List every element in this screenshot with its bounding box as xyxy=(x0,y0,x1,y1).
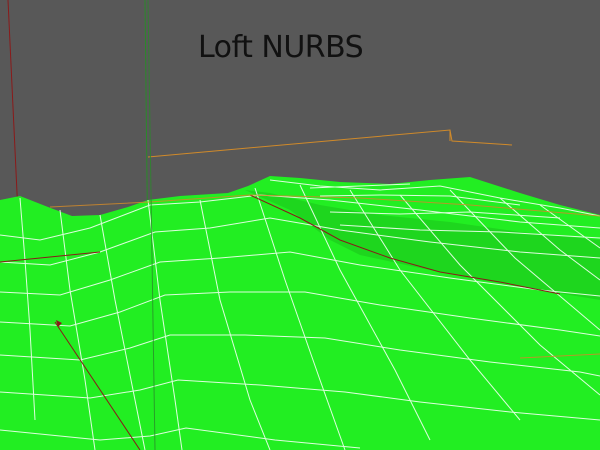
3d-viewport[interactable]: Loft NURBS xyxy=(0,0,600,450)
viewport-title: Loft NURBS xyxy=(198,30,364,65)
spline-path xyxy=(147,129,513,158)
viewport-scene[interactable] xyxy=(0,0,600,450)
